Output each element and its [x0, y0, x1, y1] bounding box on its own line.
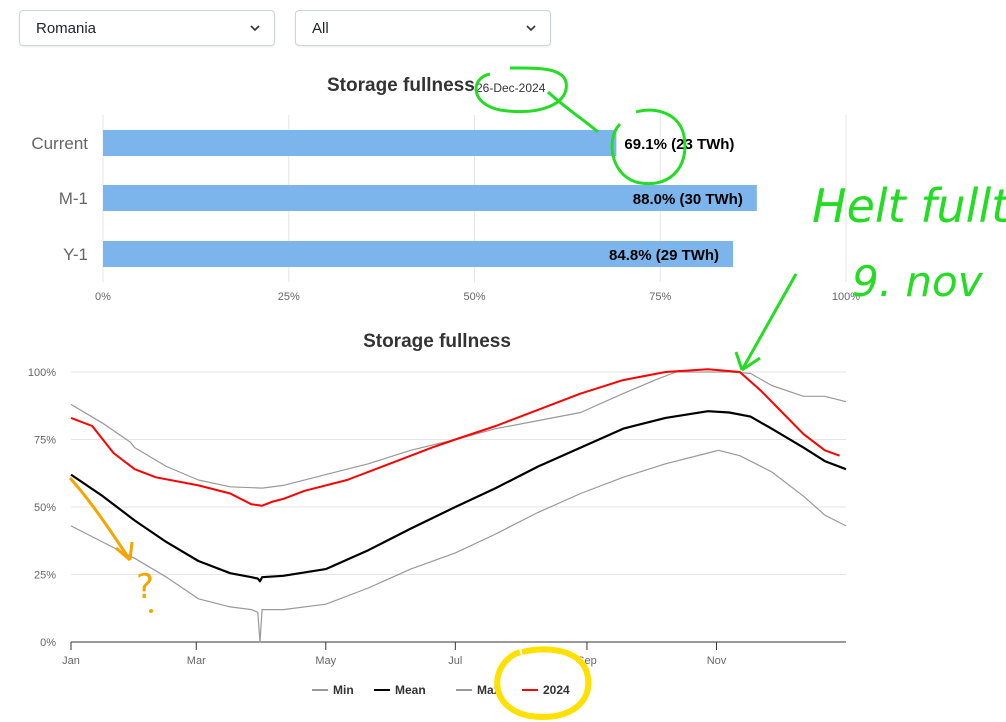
legend-item-2024[interactable]: 2024: [543, 683, 570, 697]
line-x-tick-label: May: [315, 655, 336, 667]
bar-x-tick-label: 100%: [832, 291, 860, 303]
bar-category-label: Current: [31, 134, 88, 153]
line-y-tick-label: 0%: [40, 637, 56, 649]
line-y-tick-label: 25%: [34, 570, 56, 582]
bar-data-label: 69.1% (23 TWh): [624, 136, 734, 153]
country-select[interactable]: Romania: [19, 10, 275, 46]
bar-current[interactable]: [103, 130, 617, 156]
series-line-min[interactable]: [70, 449, 847, 643]
bar-x-tick-label: 25%: [278, 291, 300, 303]
series-line-mean[interactable]: [70, 410, 847, 583]
country-select-value: Romania: [36, 19, 97, 37]
line-x-tick-label: Sep: [577, 655, 597, 667]
chevron-down-icon: [526, 25, 536, 32]
line-x-tick-label: Jan: [62, 655, 80, 667]
bar-chart-title: Storage fullness: [327, 75, 475, 96]
series-line-2024[interactable]: [70, 368, 840, 507]
line-y-tick-label: 100%: [28, 367, 56, 379]
bar-data-label: 84.8% (29 TWh): [609, 247, 719, 264]
bar-chart-date: 26-Dec-2024: [476, 81, 546, 95]
line-chart: Storage fullness 0% 25% 50% 75% 100% Jan Mar M…: [28, 331, 847, 697]
bar-x-tick-label: 0%: [95, 291, 111, 303]
line-y-tick-label: 50%: [34, 502, 56, 514]
series-line-max[interactable]: [70, 371, 847, 489]
legend-item-min[interactable]: Min: [333, 683, 354, 697]
legend-item-max[interactable]: Max: [477, 683, 501, 697]
bar-x-tick-label: 75%: [649, 291, 671, 303]
legend-item-mean[interactable]: Mean: [395, 683, 426, 697]
bar-x-tick-label: 50%: [463, 291, 485, 303]
bar-data-label: 88.0% (30 TWh): [633, 191, 743, 208]
bar-chart: Storage fullness 26-Dec-2024 Current M-1 Y…: [31, 75, 860, 303]
line-x-tick-label: Jul: [448, 655, 462, 667]
type-select[interactable]: All: [295, 10, 551, 46]
line-y-tick-label: 75%: [34, 435, 56, 447]
bar-category-label: Y-1: [63, 245, 88, 264]
line-x-tick-label: Mar: [187, 655, 206, 667]
line-chart-title: Storage fullness: [363, 331, 511, 352]
type-select-value: All: [312, 19, 329, 37]
chevron-down-icon: [250, 25, 260, 32]
bar-category-label: M-1: [59, 189, 88, 208]
line-x-tick-label: Nov: [707, 655, 727, 667]
